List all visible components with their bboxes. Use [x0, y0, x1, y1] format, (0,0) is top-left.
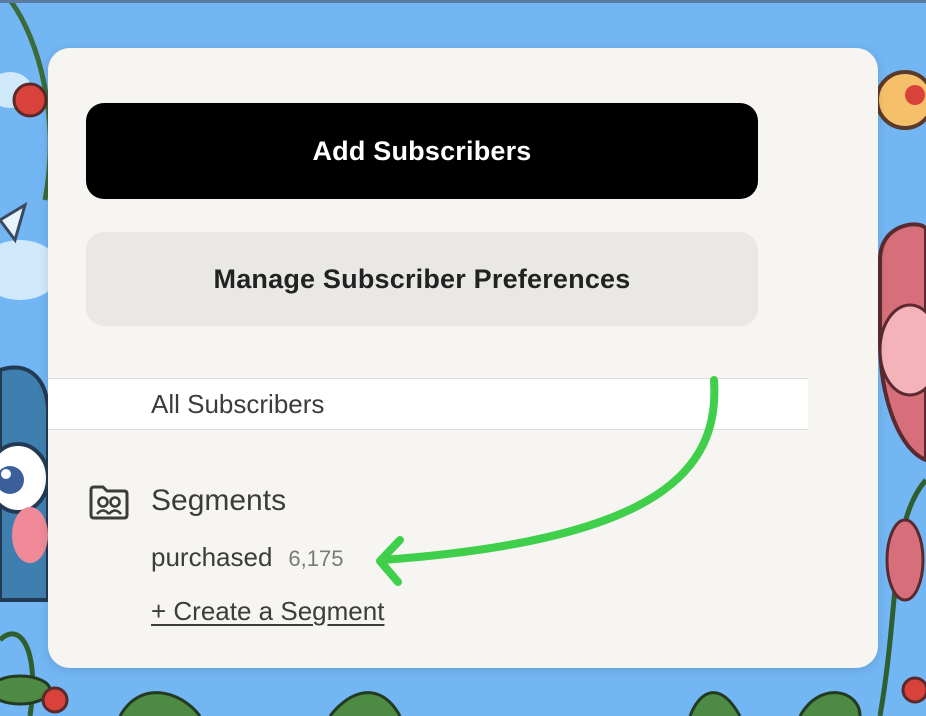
subscribers-panel: Add Subscribers Manage Subscriber Prefer…: [48, 48, 878, 668]
segment-name: purchased: [151, 542, 273, 572]
nav-item-label: All Subscribers: [151, 389, 325, 419]
manage-subscriber-preferences-button[interactable]: Manage Subscriber Preferences: [86, 232, 758, 326]
create-segment-link[interactable]: + Create a Segment: [151, 596, 384, 627]
segments-heading: Segments: [151, 484, 287, 517]
add-subscribers-button[interactable]: Add Subscribers: [86, 103, 758, 199]
nav-item-all-subscribers[interactable]: All Subscribers: [48, 378, 808, 430]
segment-count: 6,175: [288, 546, 344, 571]
segment-item-purchased[interactable]: purchased 6,175: [151, 542, 343, 573]
folder-people-icon: [89, 485, 129, 520]
